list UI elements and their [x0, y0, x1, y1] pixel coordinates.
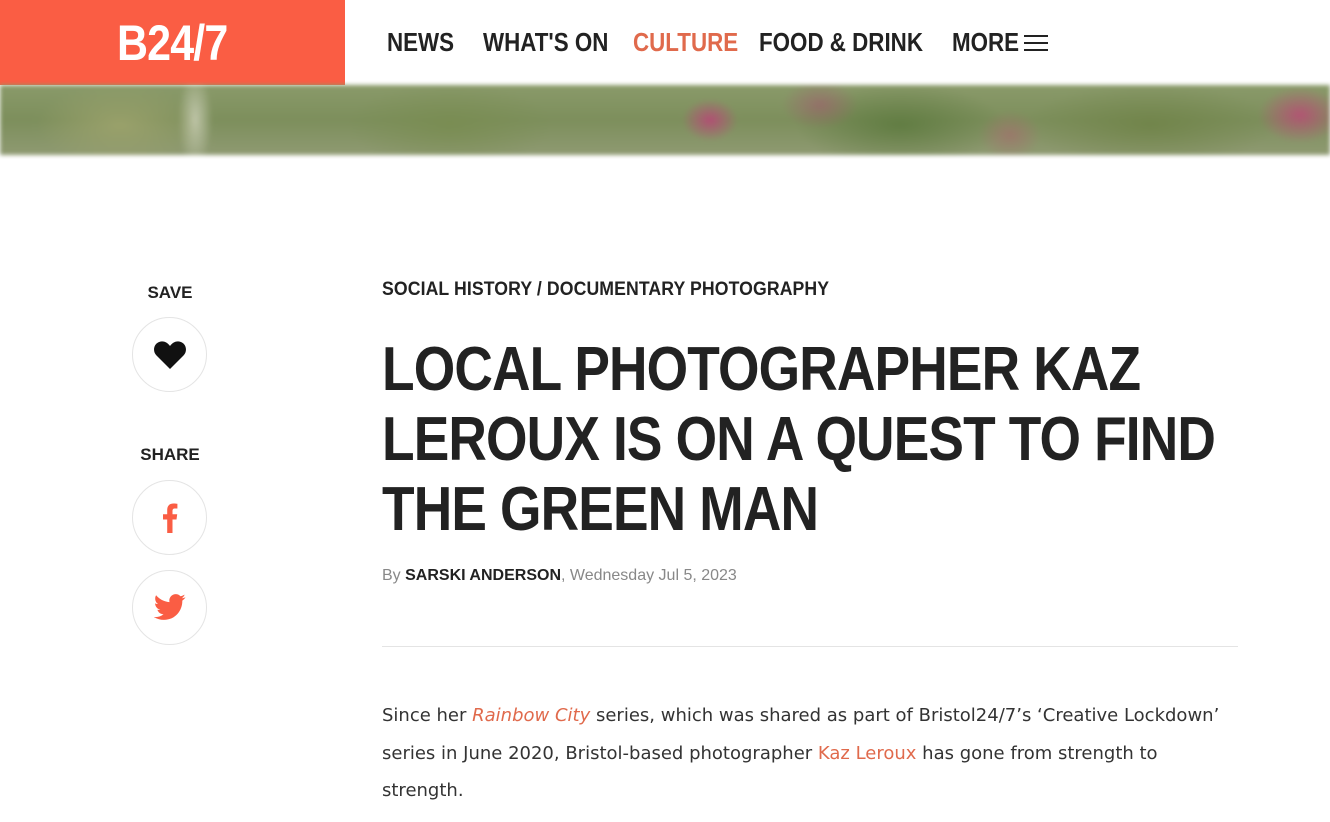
site-logo[interactable]: B24/7 [0, 0, 345, 85]
byline-prefix: By [382, 567, 406, 584]
nav-item-food-drink[interactable]: FOOD & DRINK [759, 27, 952, 58]
nav-food-drink-link[interactable]: FOOD & DRINK [759, 27, 923, 58]
site-header: B24/7 NEWS WHAT'S ON CULTURE FOOD & DRIN… [0, 0, 1330, 85]
publish-date: , Wednesday Jul 5, 2023 [561, 567, 737, 584]
article-intro: Since her Rainbow City series, which was… [382, 697, 1232, 810]
nav-item-news[interactable]: NEWS [387, 27, 483, 58]
nav-news-link[interactable]: NEWS [387, 27, 454, 58]
kaz-leroux-link[interactable]: Kaz Leroux [818, 743, 917, 764]
facebook-icon [162, 503, 177, 533]
hero-image [0, 85, 1330, 155]
nav-culture-link[interactable]: CULTURE [633, 27, 738, 58]
save-label: SAVE [147, 283, 193, 302]
nav-item-more[interactable]: MORE [952, 27, 1062, 58]
heart-icon [153, 340, 186, 369]
save-button[interactable] [132, 317, 207, 392]
nav-more-link[interactable]: MORE [952, 27, 1019, 58]
author-link[interactable]: SARSKI ANDERSON [405, 567, 561, 584]
twitter-icon [153, 594, 185, 620]
share-label: SHARE [140, 445, 200, 464]
rainbow-city-link[interactable]: Rainbow City [472, 705, 590, 726]
nav-item-culture[interactable]: CULTURE [633, 27, 759, 58]
nav-item-whats-on[interactable]: WHAT'S ON [483, 27, 633, 58]
article-category[interactable]: SOCIAL HISTORY / DOCUMENTARY PHOTOGRAPHY [382, 279, 829, 301]
divider [382, 646, 1238, 647]
facebook-share-button[interactable] [132, 480, 207, 555]
article-title: LOCAL PHOTOGRAPHER KAZ LEROUX IS ON A QU… [382, 335, 1216, 544]
article-byline: By SARSKI ANDERSON, Wednesday Jul 5, 202… [382, 567, 737, 585]
nav-whats-on-link[interactable]: WHAT'S ON [483, 27, 608, 58]
twitter-share-button[interactable] [132, 570, 207, 645]
intro-text-1: Since her [382, 705, 473, 726]
main-nav: NEWS WHAT'S ON CULTURE FOOD & DRINK MORE [387, 0, 1062, 85]
logo-text: B24/7 [117, 14, 228, 71]
menu-icon[interactable] [1024, 33, 1048, 53]
